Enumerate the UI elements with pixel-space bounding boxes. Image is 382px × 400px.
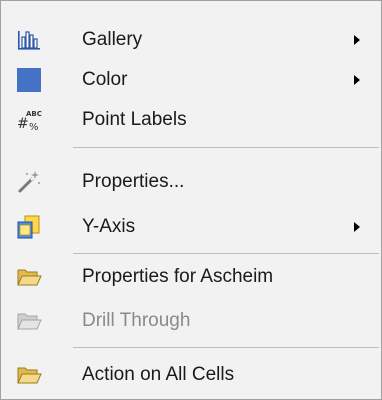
color-swatch-icon <box>16 67 42 93</box>
menu-item-label: Y-Axis <box>82 216 136 237</box>
y-axis-icon <box>16 214 42 240</box>
svg-text:%: % <box>29 122 39 133</box>
folder-open-icon <box>16 264 42 290</box>
folder-open-disabled-icon <box>16 308 42 334</box>
menu-separator <box>73 253 379 254</box>
gallery-chart-icon <box>16 27 42 53</box>
submenu-arrow-icon <box>354 35 360 45</box>
context-menu: Gallery Color ABC # % Point Labels Prope… <box>0 0 382 400</box>
menu-item-color[interactable]: Color <box>2 60 380 100</box>
menu-item-action-on-all-cells[interactable]: Action on All Cells <box>2 355 380 395</box>
menu-item-point-labels[interactable]: ABC # % Point Labels <box>2 100 380 140</box>
menu-item-gallery[interactable]: Gallery <box>2 20 380 60</box>
menu-item-label: Gallery <box>82 29 143 50</box>
menu-item-label: Properties... <box>82 171 185 192</box>
menu-item-y-axis[interactable]: Y-Axis <box>2 207 380 247</box>
magic-wand-icon <box>16 169 42 195</box>
submenu-arrow-icon <box>354 75 360 85</box>
menu-item-label: Action on All Cells <box>82 364 235 385</box>
menu-item-label: Color <box>82 69 128 90</box>
menu-separator <box>73 147 379 148</box>
svg-text:#: # <box>17 116 29 132</box>
submenu-arrow-icon <box>354 222 360 232</box>
folder-open-icon <box>16 362 42 388</box>
menu-item-properties[interactable]: Properties... <box>2 162 380 202</box>
point-labels-icon: ABC # % <box>16 107 42 133</box>
menu-item-properties-for-ascheim[interactable]: Properties for Ascheim <box>2 257 380 297</box>
menu-item-label: Drill Through <box>82 310 191 331</box>
menu-item-drill-through[interactable]: Drill Through <box>2 301 380 341</box>
menu-item-label: Point Labels <box>82 109 187 130</box>
menu-item-label: Properties for Ascheim <box>82 266 274 287</box>
menu-separator <box>73 347 379 348</box>
